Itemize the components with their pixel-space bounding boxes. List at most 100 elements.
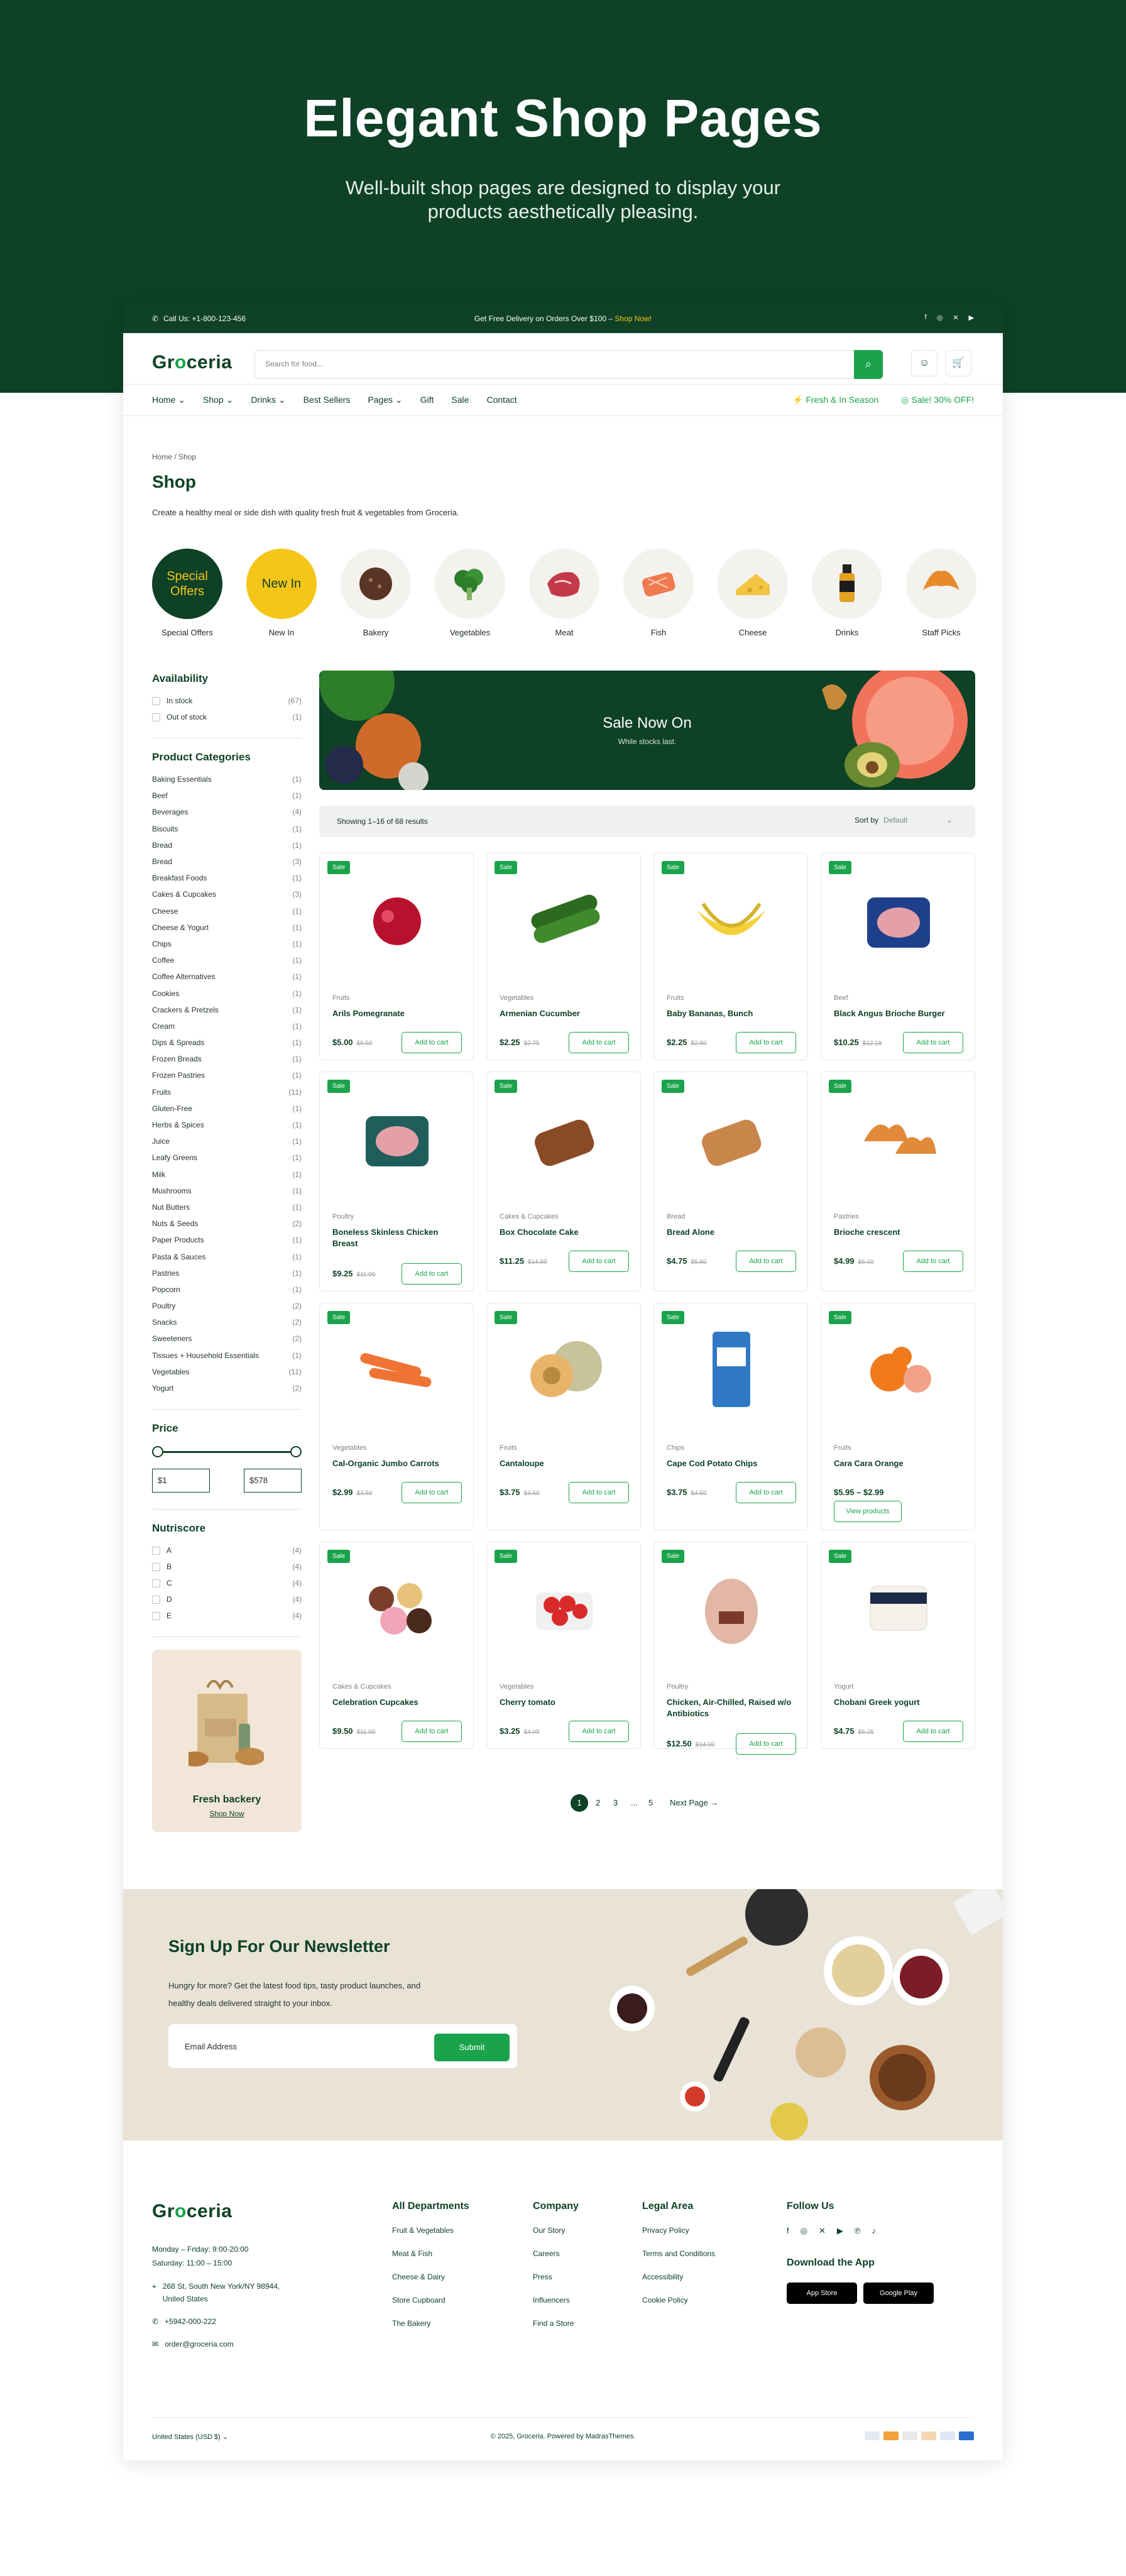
- product-image[interactable]: [350, 1561, 444, 1655]
- nav-home[interactable]: Home ⌄: [152, 395, 185, 405]
- add-to-cart-button[interactable]: Add to cart: [736, 1251, 796, 1272]
- product-image[interactable]: [350, 872, 444, 967]
- add-to-cart-button[interactable]: Add to cart: [903, 1721, 963, 1742]
- facebook-icon[interactable]: f: [925, 314, 927, 322]
- footer-link[interactable]: Find a Store: [533, 2319, 579, 2342]
- category-fish[interactable]: Fish: [621, 549, 696, 637]
- price-max-input[interactable]: $578: [244, 1469, 302, 1493]
- category-filter-item[interactable]: Crackers & Pretzels (1): [152, 1002, 302, 1018]
- checkbox[interactable]: [152, 1563, 160, 1572]
- product-card[interactable]: Sale Vegetables Armenian Cucumber $2.25 $2.7…: [486, 853, 641, 1060]
- product-name[interactable]: Cara Cara Orange: [834, 1458, 966, 1469]
- product-name[interactable]: Arils Pomegranate: [332, 1008, 464, 1019]
- footer-link[interactable]: Cookie Policy: [642, 2296, 715, 2319]
- category-filter-item[interactable]: Pastries (1): [152, 1265, 302, 1281]
- app-store-button[interactable]: App Store: [787, 2283, 857, 2304]
- product-image[interactable]: [851, 1561, 946, 1655]
- product-category[interactable]: Vegetables: [500, 1683, 533, 1691]
- product-image[interactable]: [684, 872, 779, 967]
- email-field[interactable]: Email Address: [185, 2042, 237, 2051]
- category-filter-item[interactable]: Fruits (11): [152, 1084, 302, 1100]
- google-play-button[interactable]: Google Play: [863, 2283, 934, 2304]
- checkbox[interactable]: [152, 697, 160, 706]
- nav-contact[interactable]: Contact: [486, 395, 517, 405]
- add-to-cart-button[interactable]: Add to cart: [402, 1032, 462, 1053]
- nav-shop[interactable]: Shop ⌄: [203, 395, 233, 405]
- product-name[interactable]: Cal-Organic Jumbo Carrots: [332, 1458, 464, 1469]
- product-image[interactable]: [851, 1091, 946, 1185]
- product-category[interactable]: Cakes & Cupcakes: [500, 1213, 559, 1220]
- product-category[interactable]: Chips: [667, 1444, 684, 1452]
- category-filter-item[interactable]: Coffee (1): [152, 952, 302, 968]
- nav-drinks[interactable]: Drinks ⌄: [251, 395, 285, 405]
- category-filter-item[interactable]: Gluten-Free (1): [152, 1100, 302, 1117]
- product-name[interactable]: Cape Cod Potato Chips: [667, 1458, 799, 1469]
- product-name[interactable]: Chicken, Air-Chilled, Raised w/o Antibio…: [667, 1697, 799, 1719]
- category-filter-item[interactable]: Breakfast Foods (1): [152, 870, 302, 886]
- nutriscore-filter-item[interactable]: E (4): [152, 1608, 302, 1624]
- add-to-cart-button[interactable]: Add to cart: [736, 1482, 796, 1503]
- product-name[interactable]: Brioche crescent: [834, 1227, 966, 1238]
- product-category[interactable]: Pastries: [834, 1213, 859, 1220]
- x-icon[interactable]: ✕: [819, 2226, 826, 2236]
- footer-link[interactable]: Cheese & Dairy: [392, 2272, 469, 2296]
- category-filter-item[interactable]: Herbs & Spices (1): [152, 1117, 302, 1133]
- account-icon[interactable]: ☺: [911, 350, 937, 376]
- nav-sale-link[interactable]: ◎ Sale! 30% OFF!: [901, 395, 974, 405]
- product-image[interactable]: [684, 1322, 779, 1417]
- product-image[interactable]: [684, 1091, 779, 1185]
- product-image[interactable]: [517, 1322, 611, 1417]
- product-card[interactable]: Sale Pastries Brioche crescent $4.99 $6.00 Ad…: [821, 1072, 975, 1291]
- product-card[interactable]: Sale Fruits Cantaloupe $3.75 $4.50 Add to car…: [486, 1303, 641, 1530]
- category-new-in[interactable]: New In New In: [244, 549, 319, 637]
- category-filter-item[interactable]: Popcorn (1): [152, 1281, 302, 1298]
- breadcrumb[interactable]: Home / Shop: [152, 452, 196, 461]
- category-cheese[interactable]: Cheese: [715, 549, 790, 637]
- product-image[interactable]: [517, 1091, 611, 1185]
- product-category[interactable]: Poultry: [667, 1683, 688, 1691]
- facebook-icon[interactable]: f: [787, 2226, 789, 2236]
- footer-link[interactable]: Fruit & Vegetables: [392, 2226, 469, 2249]
- product-name[interactable]: Box Chocolate Cake: [500, 1227, 631, 1238]
- product-category[interactable]: Fruits: [834, 1444, 851, 1452]
- page-2[interactable]: 2: [596, 1798, 600, 1807]
- category-bakery[interactable]: Bakery: [338, 549, 413, 637]
- product-category[interactable]: Fruits: [667, 994, 684, 1002]
- category-filter-item[interactable]: Cream (1): [152, 1018, 302, 1034]
- page-5[interactable]: 5: [648, 1798, 653, 1807]
- filter-out-of-stock[interactable]: Out of stock (1): [152, 709, 302, 725]
- add-to-cart-button[interactable]: Add to cart: [402, 1482, 462, 1503]
- search-input[interactable]: Search for food... ⌕: [254, 350, 883, 379]
- logo[interactable]: Groceria: [152, 352, 232, 373]
- product-card[interactable]: Sale Poultry Boneless Skinless Chicken Bre…: [319, 1072, 474, 1291]
- category-filter-item[interactable]: Biscuits (1): [152, 821, 302, 837]
- footer-link[interactable]: Store Cupboard: [392, 2296, 469, 2319]
- product-name[interactable]: Bread Alone: [667, 1227, 799, 1238]
- product-name[interactable]: Celebration Cupcakes: [332, 1697, 464, 1708]
- product-card[interactable]: Sale Fruits Arils Pomegranate $5.00 $6.50 Add…: [319, 853, 474, 1060]
- category-filter-item[interactable]: Cakes & Cupcakes (3): [152, 886, 302, 902]
- cart-icon[interactable]: 🛒: [945, 350, 971, 376]
- sort-select[interactable]: Default ⌄: [883, 816, 953, 825]
- checkbox[interactable]: [152, 713, 160, 722]
- category-filter-item[interactable]: Frozen Pastries (1): [152, 1067, 302, 1083]
- category-filter-item[interactable]: Beverages (4): [152, 804, 302, 820]
- category-filter-item[interactable]: Paper Products (1): [152, 1232, 302, 1248]
- product-image[interactable]: [350, 1322, 444, 1417]
- category-filter-item[interactable]: Chips (1): [152, 936, 302, 952]
- product-category[interactable]: Cakes & Cupcakes: [332, 1683, 391, 1691]
- nutriscore-filter-item[interactable]: D (4): [152, 1591, 302, 1608]
- product-category[interactable]: Poultry: [332, 1213, 354, 1220]
- category-filter-item[interactable]: Vegetables (11): [152, 1364, 302, 1380]
- submit-button[interactable]: Submit: [434, 2034, 510, 2061]
- category-filter-item[interactable]: Juice (1): [152, 1133, 302, 1149]
- add-to-cart-button[interactable]: Add to cart: [903, 1032, 963, 1053]
- category-filter-item[interactable]: Dips & Spreads (1): [152, 1034, 302, 1051]
- product-name[interactable]: Cherry tomato: [500, 1697, 631, 1708]
- category-filter-item[interactable]: Coffee Alternatives (1): [152, 968, 302, 985]
- next-page-link[interactable]: Next Page →: [670, 1798, 718, 1807]
- category-filter-item[interactable]: Tissues + Household Essentials (1): [152, 1347, 302, 1364]
- category-drinks[interactable]: Drinks: [809, 549, 885, 637]
- category-filter-item[interactable]: Beef (1): [152, 787, 302, 804]
- youtube-icon[interactable]: ▶: [837, 2226, 843, 2236]
